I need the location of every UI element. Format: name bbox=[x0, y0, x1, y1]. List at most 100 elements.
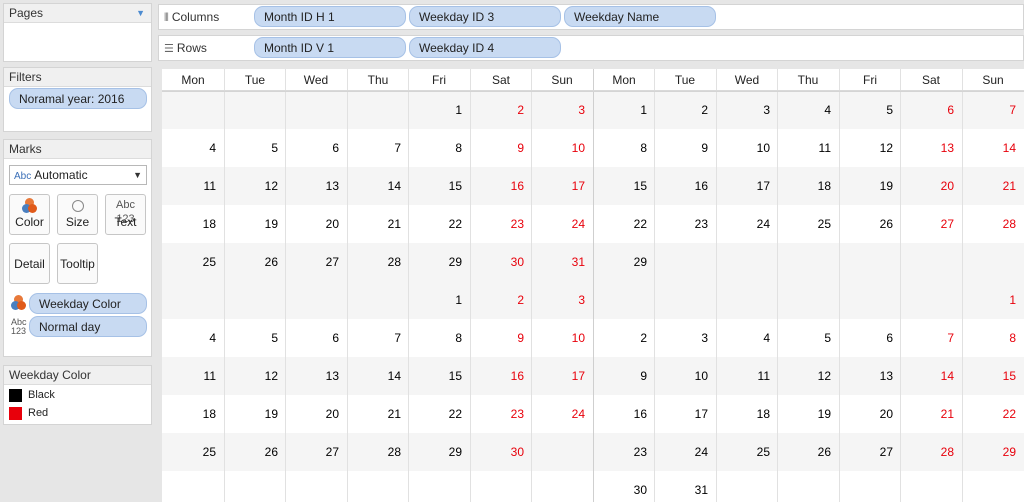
column-pill-weekday-name[interactable]: Weekday Name bbox=[564, 6, 716, 27]
day-cell[interactable]: 19 bbox=[839, 167, 900, 205]
day-cell[interactable]: 25 bbox=[162, 433, 223, 471]
day-cell[interactable]: 17 bbox=[654, 395, 715, 433]
day-cell[interactable]: 28 bbox=[962, 205, 1023, 243]
day-cell[interactable]: 26 bbox=[839, 205, 900, 243]
day-cell[interactable]: 3 bbox=[531, 91, 592, 129]
day-cell[interactable]: 28 bbox=[347, 243, 408, 281]
day-cell[interactable]: 5 bbox=[224, 319, 285, 357]
day-cell[interactable]: 10 bbox=[716, 129, 777, 167]
day-cell[interactable]: 12 bbox=[777, 357, 838, 395]
day-cell[interactable]: 21 bbox=[347, 205, 408, 243]
day-cell[interactable]: 20 bbox=[285, 205, 346, 243]
day-cell[interactable]: 12 bbox=[839, 129, 900, 167]
column-header-tue[interactable]: Tue bbox=[224, 69, 286, 91]
normal-day-pill[interactable]: Normal day bbox=[29, 316, 147, 337]
day-cell[interactable]: 24 bbox=[531, 395, 592, 433]
day-cell[interactable]: 30 bbox=[470, 433, 531, 471]
day-cell[interactable]: 6 bbox=[839, 319, 900, 357]
column-header-mon[interactable]: Mon bbox=[593, 69, 655, 91]
day-cell[interactable]: 4 bbox=[162, 319, 223, 357]
day-cell[interactable]: 18 bbox=[716, 395, 777, 433]
day-cell[interactable]: 3 bbox=[716, 91, 777, 129]
day-cell[interactable]: 18 bbox=[777, 167, 838, 205]
day-cell[interactable]: 15 bbox=[408, 167, 469, 205]
day-cell[interactable]: 1 bbox=[593, 91, 654, 129]
day-cell[interactable]: 26 bbox=[224, 433, 285, 471]
day-cell[interactable]: 30 bbox=[470, 243, 531, 281]
size-button[interactable]: Size bbox=[57, 194, 98, 235]
day-cell[interactable]: 4 bbox=[716, 319, 777, 357]
day-cell[interactable]: 25 bbox=[777, 205, 838, 243]
day-cell[interactable]: 7 bbox=[347, 129, 408, 167]
day-cell[interactable]: 12 bbox=[224, 167, 285, 205]
day-cell[interactable]: 13 bbox=[285, 167, 346, 205]
column-header-sat[interactable]: Sat bbox=[900, 69, 962, 91]
day-cell[interactable]: 11 bbox=[162, 167, 223, 205]
column-header-sun[interactable]: Sun bbox=[962, 69, 1024, 91]
day-cell[interactable]: 25 bbox=[162, 243, 223, 281]
tooltip-button[interactable]: Tooltip bbox=[57, 243, 98, 284]
day-cell[interactable]: 14 bbox=[900, 357, 961, 395]
day-cell[interactable]: 17 bbox=[716, 167, 777, 205]
day-cell[interactable]: 5 bbox=[839, 91, 900, 129]
day-cell[interactable]: 26 bbox=[224, 243, 285, 281]
day-cell[interactable]: 9 bbox=[654, 129, 715, 167]
day-cell[interactable]: 27 bbox=[285, 433, 346, 471]
day-cell[interactable]: 20 bbox=[900, 167, 961, 205]
day-cell[interactable]: 11 bbox=[777, 129, 838, 167]
day-cell[interactable]: 8 bbox=[962, 319, 1023, 357]
day-cell[interactable]: 3 bbox=[654, 319, 715, 357]
day-cell[interactable]: 20 bbox=[285, 395, 346, 433]
day-cell[interactable]: 30 bbox=[593, 471, 654, 502]
day-cell[interactable]: 21 bbox=[900, 395, 961, 433]
day-cell[interactable]: 22 bbox=[593, 205, 654, 243]
day-cell[interactable]: 4 bbox=[162, 129, 223, 167]
column-header-wed[interactable]: Wed bbox=[285, 69, 347, 91]
mark-type-select[interactable]: Abc Automatic ▼ bbox=[9, 165, 147, 185]
day-cell[interactable]: 5 bbox=[777, 319, 838, 357]
day-cell[interactable]: 20 bbox=[839, 395, 900, 433]
filter-pill[interactable]: Noramal year: 2016 bbox=[9, 88, 147, 109]
legend-item-black[interactable]: Black bbox=[9, 388, 55, 404]
day-cell[interactable]: 1 bbox=[408, 281, 469, 319]
day-cell[interactable]: 18 bbox=[162, 205, 223, 243]
day-cell[interactable]: 14 bbox=[347, 357, 408, 395]
day-cell[interactable]: 7 bbox=[347, 319, 408, 357]
day-cell[interactable]: 5 bbox=[224, 129, 285, 167]
day-cell[interactable]: 24 bbox=[531, 205, 592, 243]
day-cell[interactable]: 23 bbox=[654, 205, 715, 243]
day-cell[interactable]: 29 bbox=[593, 243, 654, 281]
day-cell[interactable]: 9 bbox=[470, 319, 531, 357]
day-cell[interactable]: 6 bbox=[285, 319, 346, 357]
day-cell[interactable]: 15 bbox=[593, 167, 654, 205]
day-cell[interactable]: 9 bbox=[470, 129, 531, 167]
day-cell[interactable]: 10 bbox=[531, 129, 592, 167]
day-cell[interactable]: 9 bbox=[593, 357, 654, 395]
column-header-tue[interactable]: Tue bbox=[654, 69, 716, 91]
day-cell[interactable]: 19 bbox=[224, 395, 285, 433]
day-cell[interactable]: 28 bbox=[347, 433, 408, 471]
day-cell[interactable]: 23 bbox=[593, 433, 654, 471]
column-header-wed[interactable]: Wed bbox=[716, 69, 778, 91]
day-cell[interactable]: 27 bbox=[285, 243, 346, 281]
day-cell[interactable]: 11 bbox=[162, 357, 223, 395]
day-cell[interactable]: 8 bbox=[408, 129, 469, 167]
rows-shelf[interactable]: ☰ Rows Month ID V 1 Weekday ID 4 bbox=[158, 35, 1024, 61]
day-cell[interactable]: 23 bbox=[470, 205, 531, 243]
day-cell[interactable]: 2 bbox=[470, 91, 531, 129]
day-cell[interactable]: 2 bbox=[654, 91, 715, 129]
day-cell[interactable]: 19 bbox=[777, 395, 838, 433]
row-pill-month-id-v1[interactable]: Month ID V 1 bbox=[254, 37, 406, 58]
day-cell[interactable]: 3 bbox=[531, 281, 592, 319]
row-pill-weekday-id-4[interactable]: Weekday ID 4 bbox=[409, 37, 561, 58]
day-cell[interactable]: 7 bbox=[962, 91, 1023, 129]
text-button[interactable]: Abc 123 Text bbox=[105, 194, 146, 235]
day-cell[interactable]: 1 bbox=[962, 281, 1023, 319]
day-cell[interactable]: 7 bbox=[900, 319, 961, 357]
day-cell[interactable]: 28 bbox=[900, 433, 961, 471]
day-cell[interactable]: 16 bbox=[470, 357, 531, 395]
day-cell[interactable]: 13 bbox=[285, 357, 346, 395]
day-cell[interactable]: 22 bbox=[962, 395, 1023, 433]
column-header-thu[interactable]: Thu bbox=[777, 69, 839, 91]
day-cell[interactable]: 29 bbox=[962, 433, 1023, 471]
